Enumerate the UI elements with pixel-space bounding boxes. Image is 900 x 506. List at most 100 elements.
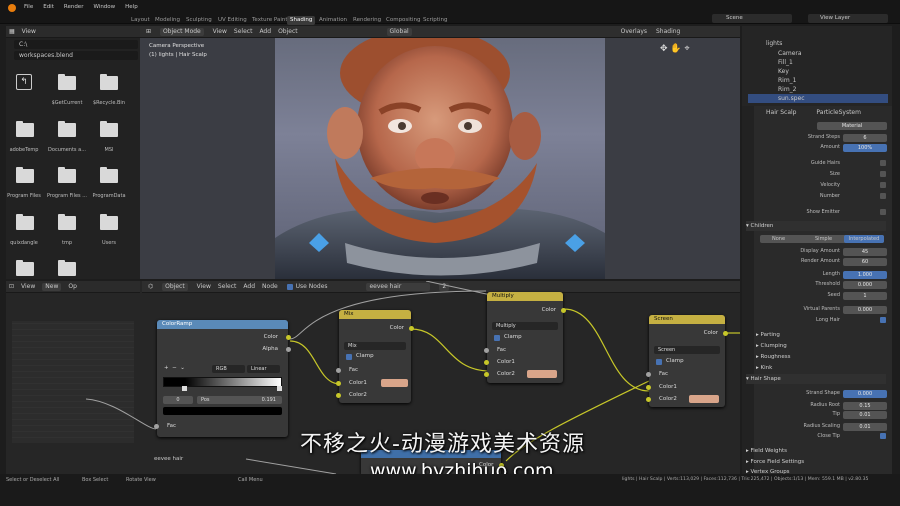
folder-icon[interactable] bbox=[58, 167, 76, 183]
input-socket[interactable] bbox=[336, 393, 341, 398]
colorramp-node[interactable]: ColorRamp Color Alpha + − ⌄ RGB Linear 0… bbox=[154, 320, 291, 437]
input-socket[interactable] bbox=[154, 424, 159, 429]
blend-mode-dropdown[interactable]: Multiply bbox=[492, 322, 558, 330]
input-socket[interactable] bbox=[484, 360, 489, 365]
folder-icon[interactable] bbox=[58, 214, 76, 230]
clamp-checkbox[interactable] bbox=[346, 354, 352, 360]
path-field[interactable]: C:\ bbox=[14, 40, 138, 49]
file-label[interactable]: Program Files ... bbox=[44, 193, 90, 199]
tab-uv-editing[interactable]: UV Editing bbox=[215, 16, 250, 25]
child-type-simple[interactable]: Simple bbox=[815, 236, 832, 242]
output-socket[interactable] bbox=[723, 331, 728, 336]
folder-icon[interactable] bbox=[58, 260, 76, 276]
file-label[interactable]: adobeTemp bbox=[1, 147, 47, 153]
radius-root-field[interactable]: 0.15 bbox=[843, 401, 887, 410]
amount-slider[interactable]: 100% bbox=[843, 143, 887, 152]
color-dropdown[interactable]: Material bbox=[817, 121, 887, 130]
file-label[interactable]: quixdangle bbox=[1, 240, 47, 246]
transform-orientation-dropdown[interactable]: Global bbox=[386, 28, 412, 36]
mix-node[interactable]: Mix Color Mix Clamp Fac Color1 Color2 bbox=[336, 310, 414, 403]
display-amount-field[interactable]: 45 bbox=[843, 247, 887, 256]
strand-shape-slider[interactable]: 0.000 bbox=[843, 389, 887, 398]
file-label[interactable]: Documents a... bbox=[44, 147, 90, 153]
number-checkbox[interactable] bbox=[880, 193, 886, 199]
outliner-row[interactable]: Fill_1 bbox=[748, 58, 888, 67]
outliner-row[interactable]: Rim_2 bbox=[748, 85, 888, 94]
shading-dropdown[interactable]: Shading bbox=[656, 26, 680, 38]
seed-field[interactable]: 1 bbox=[843, 291, 887, 300]
tab-shading[interactable]: Shading bbox=[287, 16, 316, 25]
folder-icon[interactable] bbox=[100, 167, 118, 183]
clumping-panel[interactable]: ▸ Clumping bbox=[746, 341, 886, 351]
children-panel-header[interactable]: ▾ Children bbox=[746, 221, 886, 231]
color-ramp-gradient[interactable] bbox=[163, 377, 282, 387]
folder-icon[interactable] bbox=[100, 74, 118, 90]
ramp-stop-handle[interactable] bbox=[182, 386, 187, 391]
tab-animation[interactable]: Animation bbox=[316, 16, 350, 25]
editor-type-icon[interactable]: ⊞ bbox=[146, 26, 151, 38]
interpolation-dropdown[interactable]: Linear bbox=[247, 365, 280, 373]
show-emitter-checkbox[interactable] bbox=[880, 209, 886, 215]
color-swatch[interactable] bbox=[527, 370, 557, 378]
clamp-checkbox[interactable] bbox=[494, 335, 500, 341]
file-label[interactable]: $Recycle.Bin bbox=[86, 100, 132, 106]
kink-panel[interactable]: ▸ Kink bbox=[746, 363, 886, 373]
color-swatch[interactable] bbox=[689, 395, 719, 403]
hair-shape-panel-header[interactable]: ▾ Hair Shape bbox=[746, 374, 886, 384]
input-socket[interactable] bbox=[646, 385, 651, 390]
file-label[interactable]: Program Files bbox=[1, 193, 47, 199]
tab-sculpting[interactable]: Sculpting bbox=[183, 16, 215, 25]
menu-edit[interactable]: Edit bbox=[43, 4, 54, 10]
input-socket[interactable] bbox=[646, 372, 651, 377]
menu-window[interactable]: Window bbox=[93, 4, 115, 10]
folder-icon[interactable] bbox=[58, 121, 76, 137]
menu-render[interactable]: Render bbox=[64, 4, 84, 10]
folder-icon[interactable] bbox=[100, 121, 118, 137]
outliner-row-selected[interactable]: sun.spec bbox=[748, 94, 888, 103]
mode-dropdown[interactable]: Object Mode bbox=[159, 28, 204, 36]
input-socket[interactable] bbox=[336, 381, 341, 386]
size-checkbox[interactable] bbox=[880, 171, 886, 177]
overlays-dropdown[interactable]: Overlays bbox=[621, 26, 647, 38]
close-tip-checkbox[interactable] bbox=[880, 433, 886, 439]
outliner-row[interactable]: Rim_1 bbox=[748, 76, 888, 85]
file-label[interactable]: tmp bbox=[44, 240, 90, 246]
multiply-node[interactable]: Multiply Color Multiply Clamp Fac Color1… bbox=[484, 292, 566, 383]
outliner-row[interactable]: Camera bbox=[748, 49, 888, 58]
add-stop-button[interactable]: + − ⌄ bbox=[164, 364, 185, 373]
outliner-row[interactable]: lights bbox=[748, 39, 888, 48]
stop-color-swatch[interactable] bbox=[163, 407, 282, 415]
blend-mode-dropdown[interactable]: Screen bbox=[654, 346, 720, 354]
input-socket[interactable] bbox=[646, 397, 651, 402]
tab-rendering[interactable]: Rendering bbox=[350, 16, 384, 25]
parting-panel[interactable]: ▸ Parting bbox=[746, 330, 886, 340]
color-swatch[interactable] bbox=[381, 379, 408, 387]
output-socket[interactable] bbox=[561, 308, 566, 313]
input-socket[interactable] bbox=[484, 348, 489, 353]
viewport-menu-view[interactable]: View bbox=[213, 26, 227, 38]
viewport-menu-select[interactable]: Select bbox=[234, 26, 253, 38]
tab-scripting[interactable]: Scripting bbox=[420, 16, 450, 25]
length-slider[interactable]: 1.000 bbox=[843, 270, 887, 279]
blend-mode-dropdown[interactable]: Mix bbox=[344, 342, 406, 350]
radius-scaling-field[interactable]: 0.01 bbox=[843, 422, 887, 431]
file-label[interactable]: ProgramData bbox=[86, 193, 132, 199]
child-type-none[interactable]: None bbox=[772, 236, 785, 242]
roughness-panel[interactable]: ▸ Roughness bbox=[746, 352, 886, 362]
file-label[interactable]: Users bbox=[86, 240, 132, 246]
filename-field[interactable]: workspaces.blend bbox=[14, 51, 138, 60]
field-weights-panel[interactable]: ▸ Field Weights bbox=[746, 446, 886, 456]
folder-icon[interactable] bbox=[16, 167, 34, 183]
view-layer-selector[interactable]: View Layer bbox=[808, 14, 888, 23]
folder-icon[interactable] bbox=[16, 260, 34, 276]
input-socket[interactable] bbox=[484, 372, 489, 377]
file-label[interactable]: MSI bbox=[86, 147, 132, 153]
stop-position-field[interactable]: Pos 0.191 bbox=[197, 396, 282, 404]
parent-directory-icon[interactable]: ↰ bbox=[16, 74, 32, 90]
velocity-checkbox[interactable] bbox=[880, 182, 886, 188]
guide-hairs-checkbox[interactable] bbox=[880, 160, 886, 166]
folder-icon[interactable] bbox=[100, 214, 118, 230]
navigation-gizmo-icon[interactable]: ✥ ✋ ⌖ bbox=[660, 44, 690, 54]
folder-icon[interactable] bbox=[16, 121, 34, 137]
file-browser-view-menu[interactable]: View bbox=[22, 26, 36, 38]
